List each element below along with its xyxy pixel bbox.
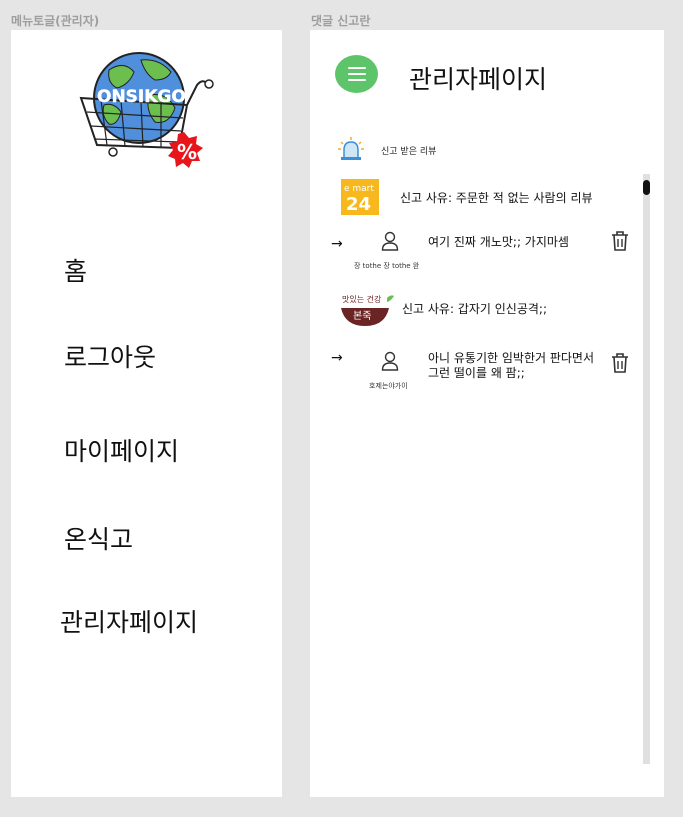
- brand-top: e mart: [344, 184, 374, 194]
- comment-text: 아니 유통기한 임박한거 판다면서 그런 떨이를 왜 팜;;: [428, 351, 594, 381]
- comment-line: 여기 진짜 개노맛;; 가지마셈: [428, 235, 569, 249]
- brand-bottom: 24: [346, 194, 371, 215]
- trash-icon[interactable]: [610, 230, 630, 252]
- scrollbar-track[interactable]: [643, 174, 650, 764]
- emart24-logo: e mart 24: [341, 179, 379, 215]
- percent-badge: %: [177, 140, 197, 164]
- brand-bottom: 본죽: [353, 310, 371, 322]
- username: 호제는야가이: [369, 382, 408, 390]
- menu-item-admin[interactable]: 관리자페이지: [60, 603, 198, 639]
- brand-top: 맛있는 건강: [342, 294, 382, 304]
- comment-text: 여기 진짜 개노맛;; 가지마셈: [428, 235, 569, 250]
- arrow-right-icon[interactable]: →: [331, 236, 343, 252]
- comment-line: 그런 떨이를 왜 팜;;: [428, 366, 525, 380]
- onsikgo-logo: ONSIKGO %: [79, 52, 214, 168]
- hamburger-line: [347, 73, 366, 75]
- frame-label-report: 댓글 신고란: [311, 14, 371, 28]
- report-reason: 신고 사유: 갑자기 인신공격;;: [402, 302, 548, 316]
- comment-line: 아니 유통기한 임박한거 판다면서: [428, 351, 595, 365]
- logo-text: ONSIKGO: [97, 87, 186, 107]
- user-icon: [381, 231, 399, 251]
- menu-panel: ONSIKGO % 홈 로그아웃 마이페이지 온식고 관리자페이지: [11, 30, 282, 797]
- report-panel: 관리자페이지 신고 받은 리뷰 e mart 24 신고 사유: 주문한 적 없…: [310, 30, 664, 797]
- menu-item-home[interactable]: 홈: [64, 252, 87, 288]
- username: 장 tothe 장 tothe 완: [354, 262, 420, 270]
- frame-label-menu: 메뉴토글(관리자): [11, 14, 100, 28]
- report-reason: 신고 사유: 주문한 적 없는 사람의 리뷰: [400, 191, 593, 205]
- siren-icon: [338, 137, 364, 160]
- arrow-right-icon[interactable]: →: [331, 350, 343, 366]
- menu-item-logout[interactable]: 로그아웃: [64, 338, 156, 374]
- menu-item-mypage[interactable]: 마이페이지: [64, 432, 179, 468]
- hamburger-line: [347, 67, 366, 69]
- section-label: 신고 받은 리뷰: [381, 147, 437, 157]
- menu-item-onsikgo[interactable]: 온식고: [64, 520, 133, 556]
- bonjuk-logo: 맛있는 건강 본죽: [341, 294, 394, 326]
- hamburger-icon[interactable]: [335, 55, 378, 93]
- page-title: 관리자페이지: [409, 65, 548, 94]
- user-icon: [381, 351, 399, 371]
- hamburger-line: [347, 79, 366, 81]
- trash-icon[interactable]: [610, 352, 630, 374]
- scrollbar-thumb[interactable]: [643, 180, 650, 195]
